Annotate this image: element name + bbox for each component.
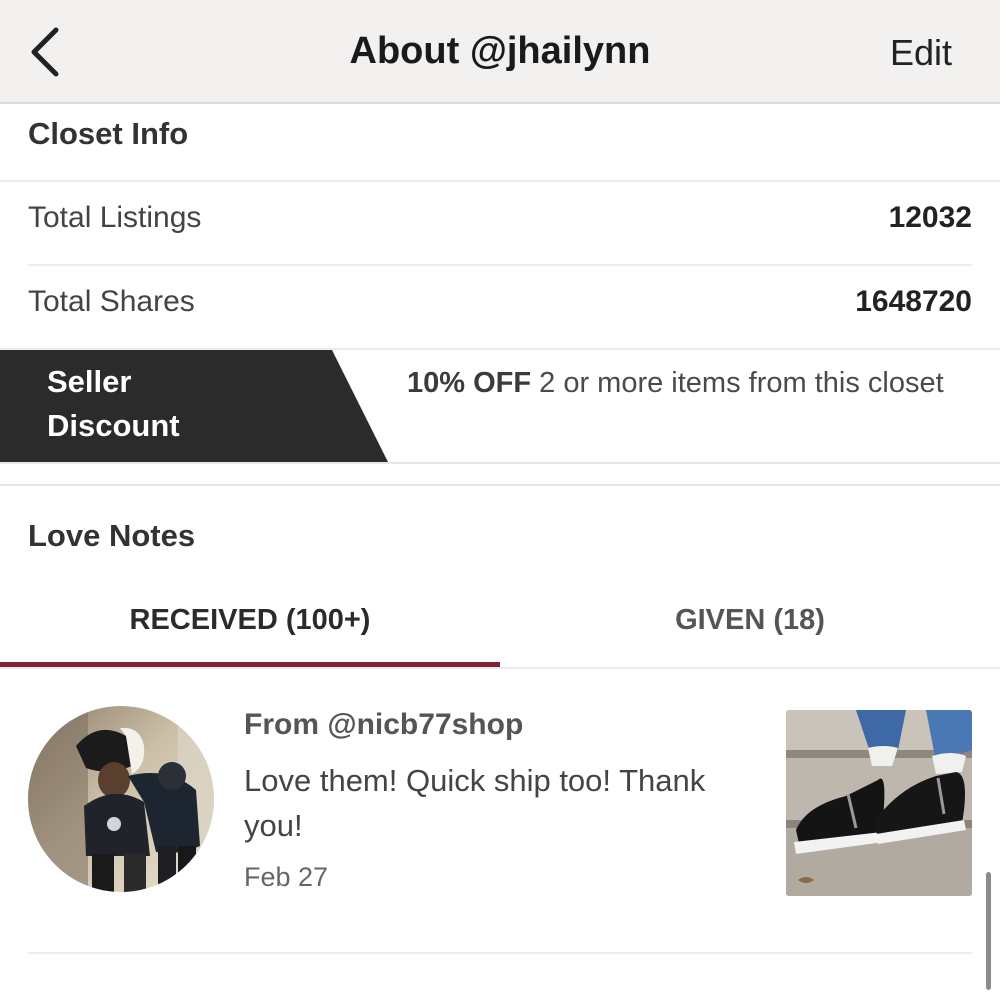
note-message: Love them! Quick ship too! Thank you! [244, 763, 706, 843]
note-sender[interactable]: From @nicb77shop [244, 708, 523, 742]
total-shares-row: Total Shares 1648720 [28, 265, 972, 349]
seller-discount-label-line1: Seller [47, 364, 132, 399]
discount-condition: 2 or more items from this closet [531, 367, 944, 399]
edit-button[interactable]: Edit [890, 32, 952, 74]
love-notes-title: Love Notes [28, 518, 196, 553]
tab-received[interactable]: RECEIVED (100+) [0, 590, 500, 668]
discount-percent: 10% OFF [407, 367, 532, 399]
total-listings-row: Total Listings 12032 [28, 181, 972, 265]
section-separator [0, 462, 1000, 486]
tab-given[interactable]: GIVEN (18) [500, 590, 1000, 668]
love-note-item[interactable]: From @nicb77shop Love them! Quick ship t… [0, 690, 1000, 955]
page-title: About @jhailynn [349, 30, 651, 72]
note-date: Feb 27 [244, 862, 329, 892]
listing-photo [786, 710, 972, 896]
total-shares-label: Total Shares [28, 285, 195, 318]
total-shares-value: 1648720 [855, 285, 972, 318]
closet-info-title: Closet Info [28, 116, 189, 151]
listing-thumbnail[interactable] [786, 710, 972, 896]
seller-discount-offer: 10% OFF 2 or more items from this closet [407, 362, 967, 405]
sender-avatar[interactable] [28, 706, 214, 892]
seller-discount-label-line2: Discount [47, 408, 180, 443]
total-listings-label: Total Listings [28, 201, 202, 234]
total-listings-value: 12032 [888, 201, 972, 234]
avatar-photo [28, 706, 214, 892]
divider [0, 667, 1000, 669]
seller-discount-label: Seller Discount [47, 360, 247, 448]
top-nav-bar: About @jhailynn Edit [0, 0, 1000, 104]
scrollbar-thumb[interactable] [986, 872, 991, 990]
seller-discount-banner: Seller Discount 10% OFF 2 or more items … [0, 350, 1000, 462]
divider [28, 952, 972, 954]
